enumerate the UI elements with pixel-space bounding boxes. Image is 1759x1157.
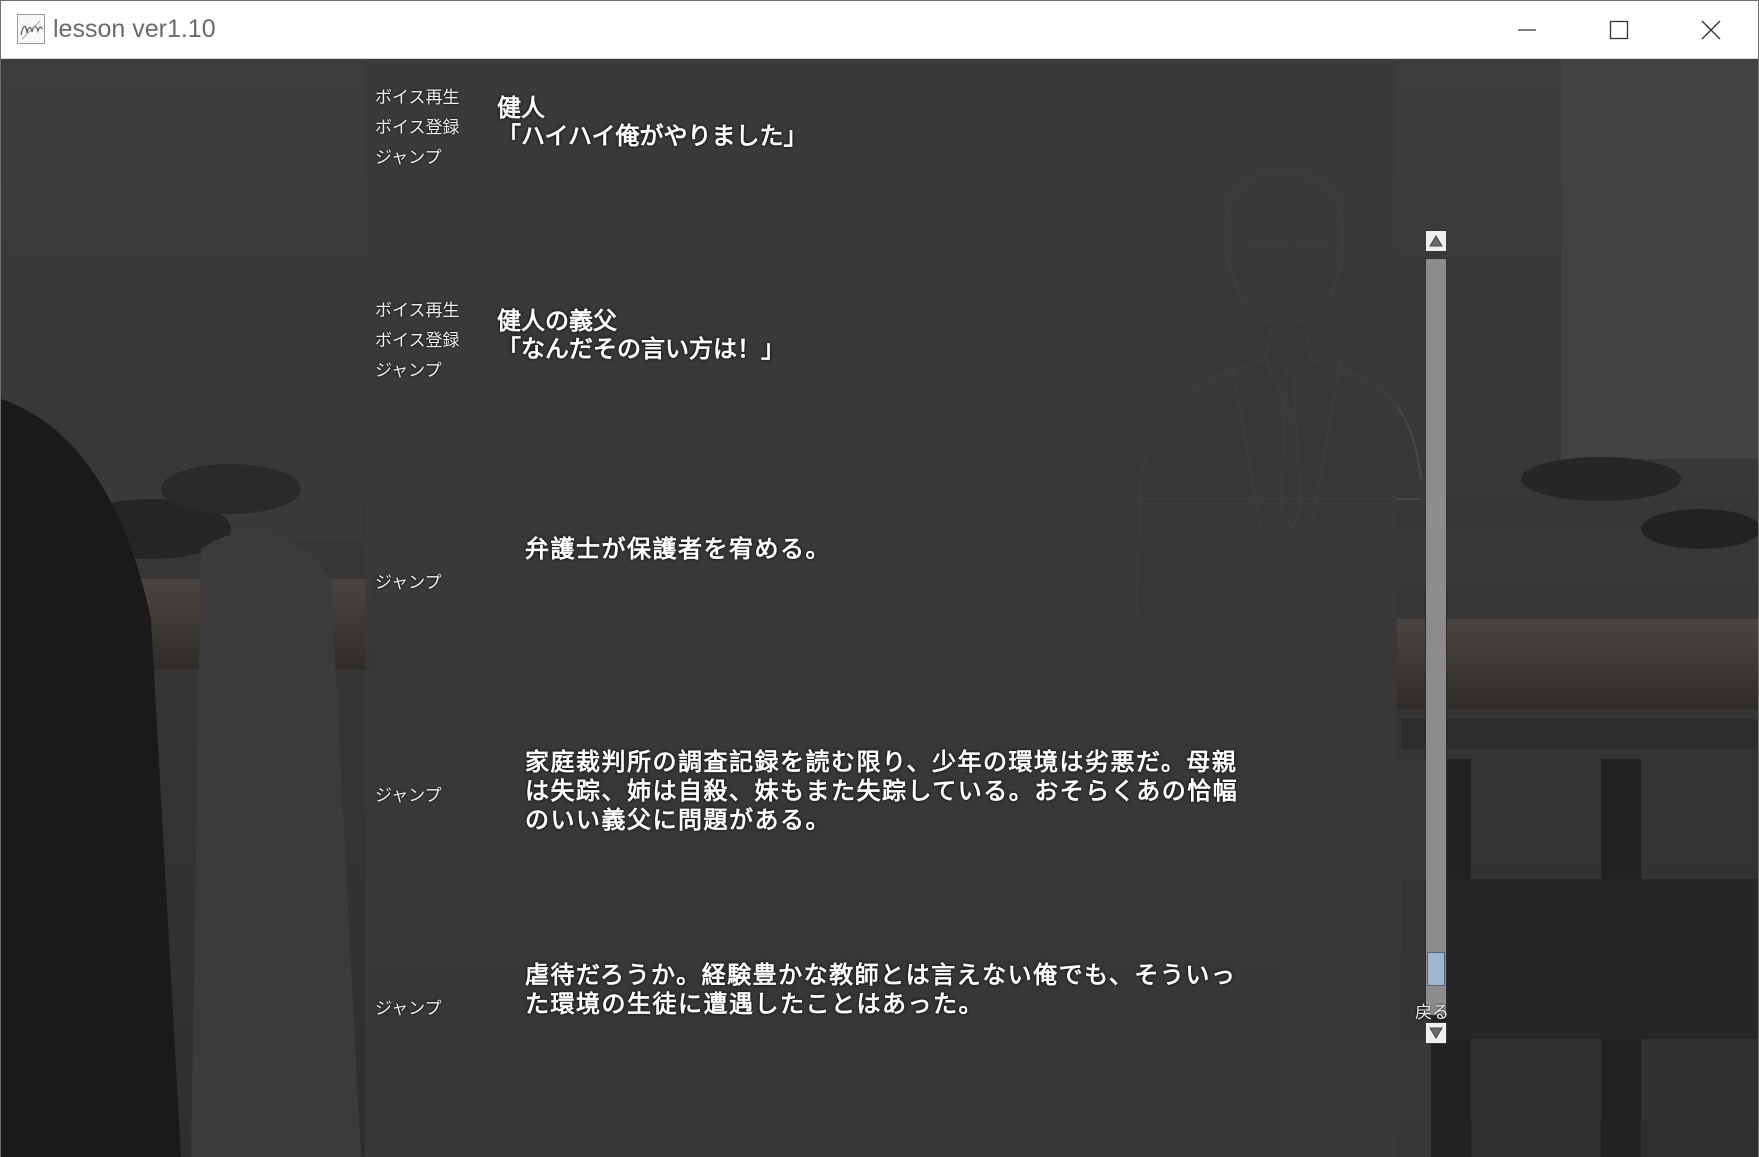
game-scene: ボイス再生 ボイス登録 ジャンプ 健人 「ハイハイ俺がやりました」 ボイス再生 …	[1, 59, 1758, 1157]
entry-actions: ボイス再生 ボイス登録 ジャンプ	[375, 296, 485, 386]
jump-link[interactable]: ジャンプ	[375, 568, 485, 598]
voice-register-link[interactable]: ボイス登録	[375, 113, 485, 143]
close-icon	[1701, 20, 1721, 39]
dialogue-text: 「なんだその言い方は！」	[497, 335, 785, 363]
entry-actions: ジャンプ	[375, 994, 485, 1024]
voice-play-link[interactable]: ボイス再生	[375, 83, 485, 113]
triangle-up-icon	[1429, 235, 1443, 247]
backlog-panel: ボイス再生 ボイス登録 ジャンプ 健人 「ハイハイ俺がやりました」 ボイス再生 …	[365, 59, 1397, 1157]
dialogue-text: 「ハイハイ俺がやりました」	[497, 122, 808, 150]
jump-link[interactable]: ジャンプ	[375, 143, 485, 173]
window-title: lesson ver1.10	[53, 15, 216, 43]
scroll-up-button[interactable]	[1425, 230, 1447, 252]
entry-actions: ジャンプ	[375, 781, 485, 811]
speaker-name: 健人	[497, 94, 545, 122]
speaker-name: 健人の義父	[497, 307, 617, 335]
scroll-track[interactable]	[1425, 258, 1447, 1016]
narration-text: 虐待だろうか。経験豊かな教師とは言えない俺でも、そういっ た環境の生徒に遭遇した…	[525, 961, 1237, 1018]
maximize-button[interactable]	[1573, 1, 1665, 58]
maximize-icon	[1609, 20, 1629, 39]
jump-link[interactable]: ジャンプ	[375, 781, 485, 811]
triangle-down-icon	[1429, 1027, 1443, 1039]
backlog-scrollbar[interactable]	[1425, 230, 1447, 1044]
title-bar[interactable]: lesson ver1.10	[1, 1, 1758, 59]
minimize-button[interactable]	[1481, 1, 1573, 58]
narration-text: 弁護士が保護者を宥める。	[525, 535, 831, 563]
back-button[interactable]: 戻る	[1415, 1000, 1449, 1026]
app-logo-icon	[17, 14, 45, 44]
minimize-icon	[1518, 28, 1536, 31]
narration-text: 家庭裁判所の調査記録を読む限り、少年の環境は劣悪だ。母親 は失踪、姉は自殺、妹も…	[525, 748, 1239, 834]
close-button[interactable]	[1665, 1, 1757, 58]
entry-actions: ジャンプ	[375, 568, 485, 598]
jump-link[interactable]: ジャンプ	[375, 994, 485, 1024]
jump-link[interactable]: ジャンプ	[375, 356, 485, 386]
voice-play-link[interactable]: ボイス再生	[375, 296, 485, 326]
game-window: lesson ver1.10 ボイス再生 ボイス登録 ジャンプ 健人 「ハイハイ…	[0, 0, 1759, 1157]
voice-register-link[interactable]: ボイス登録	[375, 326, 485, 356]
scroll-thumb[interactable]	[1427, 952, 1445, 986]
entry-actions: ボイス再生 ボイス登録 ジャンプ	[375, 83, 485, 173]
